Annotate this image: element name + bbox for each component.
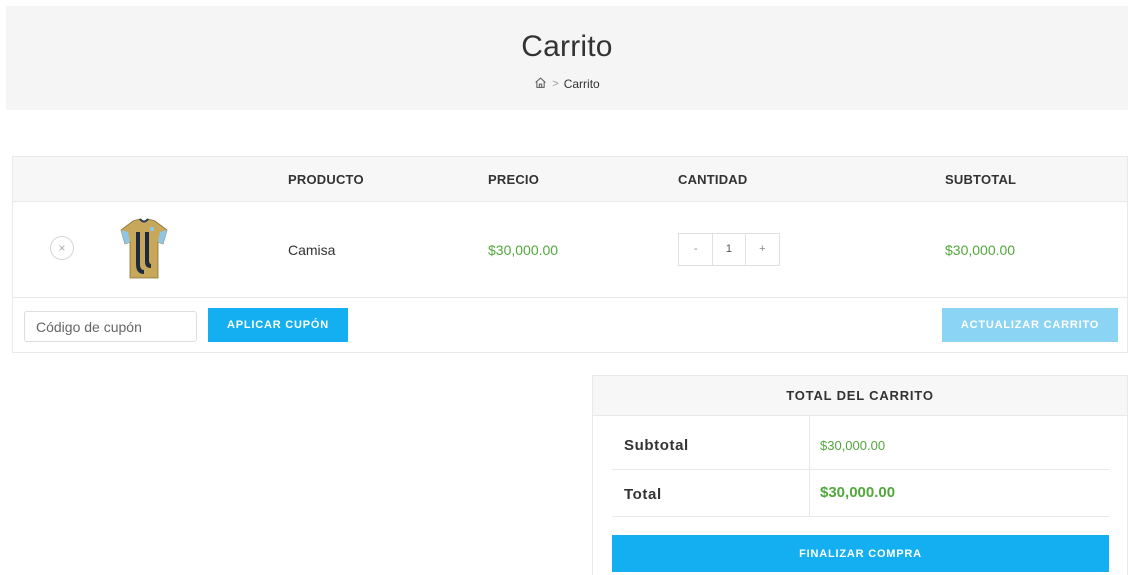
totals-subtotal-label: Subtotal (624, 437, 689, 454)
quantity-increase-button[interactable]: + (746, 234, 779, 265)
cart-totals: TOTAL DEL CARRITO Subtotal $30,000.00 To… (592, 375, 1128, 575)
quantity-decrease-button[interactable]: - (679, 234, 712, 265)
cart-totals-title: TOTAL DEL CARRITO (593, 376, 1127, 416)
breadcrumb-current: Carrito (563, 77, 600, 91)
totals-subtotal-value: $30,000.00 (820, 438, 886, 453)
cart-item-row: × Camisa $30,000.00 - 1 + $30,000.00 (13, 202, 1127, 298)
page-header: Carrito > Carrito (6, 6, 1128, 110)
home-icon[interactable] (534, 76, 547, 92)
apply-coupon-button[interactable]: Aplicar cupón (208, 308, 348, 342)
totals-total-value: $30,000.00 (820, 484, 896, 501)
totals-total-label: Total (624, 486, 662, 503)
product-price: $30,000.00 (488, 242, 559, 258)
column-header-price: PRECIO (488, 172, 540, 187)
totals-total-row: Total $30,000.00 (612, 470, 1109, 517)
tshirt-thumbnail[interactable] (119, 218, 169, 280)
breadcrumb: > Carrito (6, 76, 1128, 92)
quantity-input[interactable]: 1 (712, 234, 746, 265)
column-header-subtotal: SUBTOTAL (945, 172, 1017, 187)
coupon-code-input[interactable] (24, 311, 197, 342)
totals-column-divider (809, 470, 810, 516)
quantity-stepper: - 1 + (678, 233, 780, 266)
checkout-button[interactable]: Finalizar compra (612, 535, 1109, 572)
cart-table-header: PRODUCTO PRECIO CANTIDAD SUBTOTAL (13, 157, 1127, 202)
totals-column-divider (809, 416, 810, 469)
cart-table: PRODUCTO PRECIO CANTIDAD SUBTOTAL × Cami… (12, 156, 1128, 353)
breadcrumb-separator: > (552, 78, 559, 90)
product-name[interactable]: Camisa (288, 242, 335, 258)
update-cart-button[interactable]: Actualizar carrito (942, 308, 1118, 342)
remove-item-button[interactable]: × (50, 236, 74, 260)
totals-subtotal-row: Subtotal $30,000.00 (612, 416, 1109, 470)
column-header-product: PRODUCTO (288, 172, 364, 187)
product-subtotal: $30,000.00 (945, 242, 1016, 258)
page-title: Carrito (521, 30, 613, 63)
column-header-quantity: CANTIDAD (678, 172, 748, 187)
